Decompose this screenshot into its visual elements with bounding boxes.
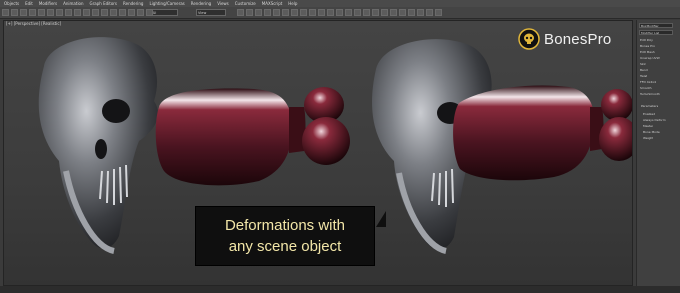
toolbar-tool-icon[interactable] <box>408 9 415 16</box>
capsule-right <box>453 85 632 181</box>
menu-item[interactable]: Customize <box>235 0 256 7</box>
menu-item[interactable]: Animation <box>63 0 83 7</box>
capsule-left <box>155 87 350 186</box>
object-name-text: BoxModifier <box>641 24 659 28</box>
parameter-option[interactable]: Always Deform <box>643 118 666 122</box>
modifier-stack-item[interactable]: Unwrap UVW <box>640 56 660 60</box>
command-panel: BoxModifier Modifier List Edit Poly Bones… <box>636 20 680 286</box>
toolbar-tool-icon[interactable] <box>309 9 316 16</box>
toolbar-tool-icon[interactable] <box>110 9 117 16</box>
menu-item[interactable]: Objects <box>4 0 19 7</box>
toolbar-tool-icon[interactable] <box>65 9 72 16</box>
menu-bar: Objects Edit Modifiers Animation Graph Edito… <box>0 0 680 7</box>
modifier-stack-item[interactable]: Twist <box>640 74 647 78</box>
toolbar-tool-icon[interactable] <box>128 9 135 16</box>
menu-item[interactable]: Views <box>217 0 229 7</box>
view-dropdown[interactable]: View <box>196 9 226 16</box>
toolbar-tool-icon[interactable] <box>56 9 63 16</box>
toolbar-tool-icon[interactable] <box>101 9 108 16</box>
toolbar-tool-icon[interactable] <box>282 9 289 16</box>
modifier-stack-item[interactable]: Edit Poly <box>640 38 653 42</box>
menu-item[interactable]: Graph Editors <box>90 0 117 7</box>
parameter-option[interactable]: Enabled <box>643 112 655 116</box>
selection-filter-dropdown[interactable]: All <box>150 9 178 16</box>
toolbar-tool-icon[interactable] <box>29 9 36 16</box>
status-bar <box>0 286 680 293</box>
toolbar-tool-icon[interactable] <box>255 9 262 16</box>
toolbar-tool-icon[interactable] <box>237 9 244 16</box>
toolbar-tool-icon[interactable] <box>38 9 45 16</box>
modifier-stack-item[interactable]: Edit Mesh <box>640 50 655 54</box>
toolbar-tool-icon[interactable] <box>11 9 18 16</box>
modifier-stack-item[interactable]: Bend <box>640 68 648 72</box>
menu-item[interactable]: Lighting/Cameras <box>149 0 184 7</box>
caption-tail <box>376 211 386 227</box>
toolbar-tool-icon[interactable] <box>119 9 126 16</box>
modifier-stack-item[interactable]: Bones Pro <box>640 44 655 48</box>
caption-line-2: any scene object <box>228 238 342 255</box>
main-toolbar: All View <box>0 7 680 19</box>
toolbar-tool-icon[interactable] <box>146 9 153 16</box>
modifier-list-text: Modifier List <box>641 31 660 35</box>
toolbar-tool-icon[interactable] <box>399 9 406 16</box>
modifier-stack-item[interactable]: TurboSmooth <box>640 92 660 96</box>
toolbar-tool-icon[interactable] <box>345 9 352 16</box>
toolbar-tool-icon[interactable] <box>372 9 379 16</box>
parameters-rollout[interactable]: Parameters <box>641 104 658 108</box>
caption-box: Deformations with any scene object <box>195 206 375 266</box>
toolbar-tool-icon[interactable] <box>354 9 361 16</box>
menu-item[interactable]: MAXScript <box>262 0 283 7</box>
toolbar-tool-icon[interactable] <box>300 9 307 16</box>
toolbar-tool-icon[interactable] <box>318 9 325 16</box>
toolbar-tool-icon[interactable] <box>92 9 99 16</box>
toolbar-tool-icon[interactable] <box>264 9 271 16</box>
parameter-option[interactable]: Bone Mode <box>643 130 660 134</box>
menu-item[interactable]: Help <box>288 0 297 7</box>
modifier-stack-item[interactable]: Skin <box>640 62 646 66</box>
toolbar-tool-icon[interactable] <box>137 9 144 16</box>
toolbar-tool-icon[interactable] <box>74 9 81 16</box>
object-name-field[interactable]: BoxModifier <box>639 23 673 28</box>
toolbar-tool-icon[interactable] <box>381 9 388 16</box>
toolbar-tool-icon[interactable] <box>2 9 9 16</box>
menu-item[interactable]: Rendering <box>191 0 211 7</box>
toolbar-tool-icon[interactable] <box>291 9 298 16</box>
toolbar-tool-icon[interactable] <box>426 9 433 16</box>
modifier-stack-item[interactable]: FFD 4x4x4 <box>640 80 656 84</box>
parameter-option[interactable]: Master <box>643 124 653 128</box>
toolbar-tool-icon[interactable] <box>336 9 343 16</box>
menu-item[interactable]: Modifiers <box>39 0 57 7</box>
parameter-option[interactable]: Weight <box>643 136 653 140</box>
toolbar-tool-icon[interactable] <box>363 9 370 16</box>
menu-item[interactable]: Rendering <box>123 0 143 7</box>
toolbar-tool-icon[interactable] <box>20 9 27 16</box>
toolbar-tool-icon[interactable] <box>390 9 397 16</box>
toolbar-tool-icon[interactable] <box>246 9 253 16</box>
caption-line-1: Deformations with <box>224 217 346 234</box>
toolbar-tool-icon[interactable] <box>273 9 280 16</box>
toolbar-tool-icon[interactable] <box>417 9 424 16</box>
toolbar-tool-icon[interactable] <box>435 9 442 16</box>
skull-logo-icon <box>518 28 540 50</box>
skull-left <box>38 37 159 254</box>
toolbar-tool-icon[interactable] <box>83 9 90 16</box>
menu-item[interactable]: Edit <box>25 0 33 7</box>
bonespro-badge: BonesPro <box>518 26 611 52</box>
badge-text: BonesPro <box>544 30 612 48</box>
modifier-stack-item[interactable]: Smooth <box>640 86 652 90</box>
toolbar-tool-icon[interactable] <box>47 9 54 16</box>
toolbar-tool-icon[interactable] <box>327 9 334 16</box>
modifier-list-dropdown[interactable]: Modifier List <box>639 30 673 35</box>
